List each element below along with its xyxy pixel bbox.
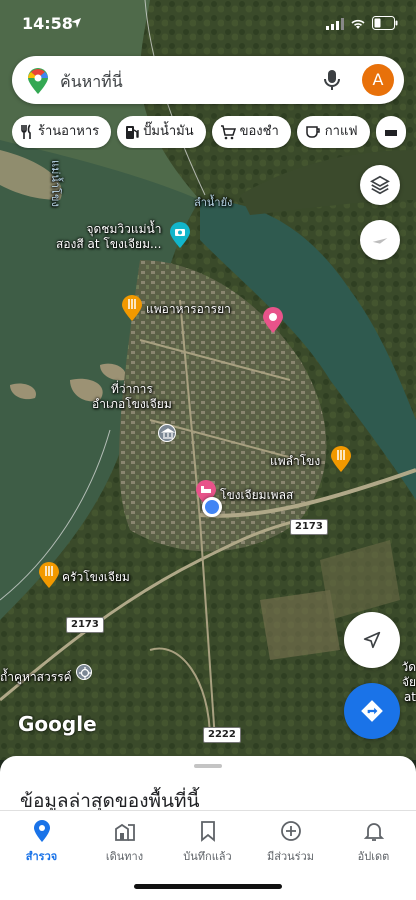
status-bar: 14:58 <box>0 0 416 48</box>
place-label-krua-khong[interactable]: ครัวโขงเจียม <box>62 570 130 585</box>
drag-handle[interactable] <box>194 764 222 768</box>
place-label-pae-lam-khong[interactable]: แพลำโขง <box>270 454 320 469</box>
compass-button[interactable] <box>360 220 400 260</box>
road-number: 2222 <box>203 727 241 743</box>
avatar[interactable]: A <box>362 64 394 96</box>
place-label-district-office[interactable]: ที่ว่าการ อำเภอโขงเจียม <box>92 382 172 412</box>
road-number: 2173 <box>290 519 328 535</box>
home-indicator[interactable] <box>134 884 282 889</box>
layers-icon <box>370 175 390 195</box>
signal-icon <box>326 18 344 30</box>
cart-icon <box>220 124 236 139</box>
tab-label: มีส่วนร่วม <box>267 850 314 863</box>
satellite-map[interactable]: แม่น้ำโขง ลำน้ำยัง จุดชมวิวแม่น้ำ สองสี … <box>0 0 416 760</box>
place-label-raft-restaurant[interactable]: แพอาหารอารยา <box>146 302 231 317</box>
gas-station-icon <box>126 125 139 139</box>
search-bar[interactable]: ค้นหาที่นี่ A <box>12 56 404 104</box>
current-location-dot-icon <box>202 497 222 517</box>
tab-label: สำรวจ <box>25 850 58 863</box>
road-number: 2173 <box>66 617 104 633</box>
chip-restaurants[interactable]: ร้านอาหาร <box>12 116 112 148</box>
chip-label: กาแฟ <box>324 124 358 139</box>
restaurant-pin-icon[interactable] <box>122 295 142 321</box>
bell-icon <box>363 823 384 841</box>
chip-gas-stations[interactable]: ปั๊มน้ำมัน <box>117 116 206 148</box>
google-logo: Google <box>18 712 97 736</box>
place-label-temple[interactable]: ถ้ำคูหาสวรรค์ <box>0 670 72 685</box>
place-label-wat-edge[interactable]: วัด จัย at <box>396 660 416 705</box>
river-label-mekong: แม่น้ำโขง <box>49 160 62 207</box>
wifi-icon <box>351 19 365 29</box>
restaurant-pin-icon[interactable] <box>39 562 59 588</box>
add-circle-icon <box>280 821 301 841</box>
search-input[interactable]: ค้นหาที่นี่ <box>60 70 123 95</box>
compass-icon <box>372 238 388 244</box>
tab-updates[interactable]: อัปเดต <box>332 819 415 865</box>
government-icon[interactable] <box>158 424 176 442</box>
tab-label: บันทึกแล้ว <box>183 850 232 863</box>
tab-label: เดินทาง <box>105 850 144 863</box>
chip-label: ของชำ <box>239 124 279 139</box>
chip-coffee[interactable]: กาแฟ <box>296 116 370 148</box>
tab-commute[interactable]: เดินทาง <box>83 819 166 865</box>
commute-icon <box>114 823 135 841</box>
location-arrow-icon <box>71 18 81 28</box>
category-chips: ร้านอาหาร ปั๊มน้ำมัน ของชำ กาแฟ <box>12 116 416 150</box>
hotel-pin-icon[interactable] <box>263 307 283 333</box>
chip-groceries[interactable]: ของชำ <box>211 116 291 148</box>
tab-saved[interactable]: บันทึกแล้ว <box>166 819 249 865</box>
my-location-button[interactable] <box>344 612 400 668</box>
camera-pin-icon[interactable] <box>170 222 190 248</box>
restaurant-pin-icon[interactable] <box>331 446 351 472</box>
microphone-icon[interactable] <box>324 69 340 91</box>
river-label-mun: ลำน้ำยัง <box>194 196 233 209</box>
tab-explore[interactable]: สำรวจ <box>0 819 83 865</box>
chip-label: ปั๊มน้ำมัน <box>143 124 194 139</box>
restaurant-icon <box>21 123 31 139</box>
directions-button[interactable] <box>344 683 400 739</box>
chip-label: ร้านอาหาร <box>38 124 100 139</box>
bottom-sheet[interactable]: ข้อมูลล่าสุดของพื้นที่นี้ <box>0 756 416 816</box>
temple-icon[interactable] <box>76 664 92 680</box>
place-label-hotel[interactable]: โขงเจียมเพลส <box>220 488 293 503</box>
chip-more[interactable] <box>375 116 406 148</box>
place-label-viewpoint[interactable]: จุดชมวิวแม่น้ำ สองสี at โขงเจียม... <box>56 222 161 252</box>
tab-contribute[interactable]: มีส่วนร่วม <box>249 819 332 865</box>
google-maps-logo-icon <box>28 68 48 94</box>
battery-icon <box>372 16 398 30</box>
layers-button[interactable] <box>360 165 400 205</box>
hotel-icon <box>384 129 397 136</box>
directions-icon <box>361 700 383 722</box>
coffee-icon <box>306 125 320 138</box>
explore-pin-icon <box>33 820 50 842</box>
navigation-arrow-icon <box>363 631 381 649</box>
bookmark-icon <box>200 821 215 842</box>
status-time: 14:58 <box>22 14 73 33</box>
tab-label: อัปเดต <box>357 850 390 863</box>
